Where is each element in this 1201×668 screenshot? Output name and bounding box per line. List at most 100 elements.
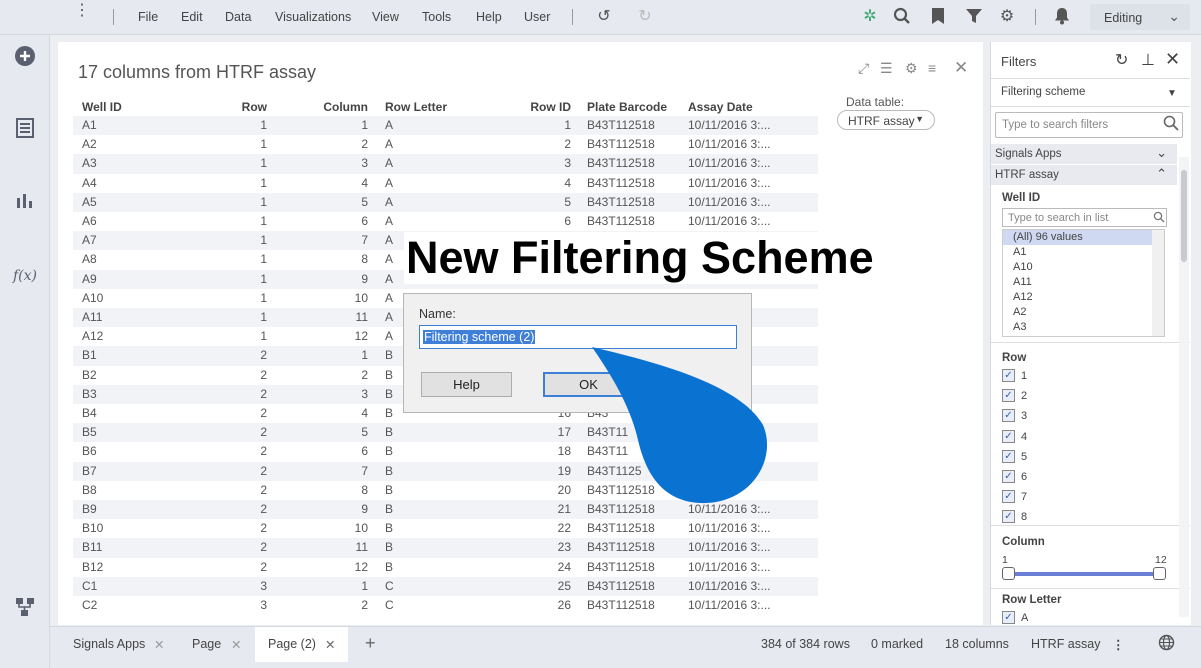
well-id-list-item[interactable]: A12	[1003, 290, 1164, 305]
status-data-table[interactable]: HTRF assay	[1031, 637, 1100, 651]
function-icon[interactable]: f(x)	[13, 264, 37, 288]
menu-edit[interactable]: Edit	[181, 10, 203, 24]
table-row[interactable]: B12 2 12 B 24 B43T112518 10/11/2016 3:...	[73, 558, 818, 577]
range-slider-min-handle[interactable]	[1002, 567, 1015, 580]
pin-icon[interactable]: ⊥	[1141, 50, 1155, 70]
cell-plate-barcode: B43T112518	[587, 540, 655, 555]
help-button[interactable]: Help	[421, 372, 512, 397]
list-scrollbar[interactable]	[1152, 230, 1164, 336]
checkbox-row-1[interactable]: ✓	[1002, 369, 1015, 382]
legend-icon[interactable]: ≡	[928, 60, 936, 76]
cell-row-letter: B	[385, 521, 394, 536]
filtering-scheme-selector[interactable]: Filtering scheme	[1001, 86, 1085, 98]
close-tab-icon[interactable]: ✕	[154, 637, 164, 652]
well-id-list-item[interactable]: A1	[1003, 245, 1164, 260]
table-row[interactable]: A5 1 5 A 5 B43T112518 10/11/2016 3:...	[73, 192, 818, 212]
column-header-row-letter[interactable]: Row Letter	[385, 100, 485, 114]
tab-page[interactable]: Page	[192, 637, 221, 651]
language-globe-icon[interactable]	[1158, 634, 1175, 654]
cell-row-letter: A	[385, 137, 394, 152]
more-icon[interactable]: ⋮	[1112, 637, 1125, 652]
well-id-list-item[interactable]: A2	[1003, 305, 1164, 320]
table-row[interactable]: A2 1 2 A 2 B43T112518 10/11/2016 3:...	[73, 135, 818, 154]
bookmark-icon[interactable]	[928, 7, 948, 27]
column-header-row[interactable]: Row	[193, 100, 267, 114]
column-header-column[interactable]: Column	[303, 100, 368, 114]
table-row[interactable]: A3 1 3 A 3 B43T112518 10/11/2016 3:...	[73, 154, 818, 174]
visualization-settings-icon[interactable]: ⚙	[905, 60, 918, 77]
notifications-bell-icon[interactable]	[1052, 7, 1072, 27]
menu-visualizations[interactable]: Visualizations	[275, 10, 351, 24]
close-tab-icon[interactable]: ✕	[231, 637, 241, 652]
well-id-list[interactable]: (All) 96 values A1 A10 A11 A12 A2 A3	[1002, 229, 1165, 337]
menu-file[interactable]: File	[138, 10, 158, 24]
column-header-well-id[interactable]: Well ID	[82, 100, 202, 114]
well-id-list-item[interactable]: A11	[1003, 275, 1164, 290]
table-row[interactable]: A6 1 6 A 6 B43T112518 10/11/2016 3:...	[73, 212, 818, 231]
close-visualization-icon[interactable]: ✕	[954, 58, 968, 78]
close-filters-icon[interactable]: ✕	[1165, 49, 1180, 70]
table-row[interactable]: A4 1 4 A 4 B43T112518 10/11/2016 3:...	[73, 174, 818, 193]
cell-row: 1	[260, 175, 267, 190]
table-row[interactable]: C1 3 1 C 25 B43T112518 10/11/2016 3:...	[73, 576, 818, 596]
visualizations-icon[interactable]	[13, 191, 37, 215]
filter-group-signals-apps[interactable]: Signals Apps ⌄	[991, 144, 1177, 164]
checkbox-row-letter-a[interactable]: ✓	[1002, 611, 1015, 624]
search-icon[interactable]	[892, 7, 912, 27]
more-options-icon[interactable]: ⋮	[74, 3, 90, 28]
close-tab-icon[interactable]: ✕	[325, 637, 335, 652]
table-row[interactable]: C2 3 2 C 26 B43T112518 10/11/2016 3:...	[73, 596, 818, 615]
reset-filters-icon[interactable]: ↻	[1115, 50, 1128, 70]
checkbox-row-8[interactable]: ✓	[1002, 510, 1015, 524]
mode-selector[interactable]: Editing ⌄	[1090, 4, 1190, 30]
filter-group-htrf-assay[interactable]: HTRF assay ⌃	[991, 165, 1177, 185]
checkbox-row-5[interactable]: ✓	[1002, 449, 1015, 463]
checkbox-row-4[interactable]: ✓	[1002, 429, 1015, 443]
menu-data[interactable]: Data	[225, 10, 251, 24]
filter-search-input[interactable]: Type to search filters	[995, 112, 1183, 138]
redo-icon[interactable]: ↻	[635, 7, 655, 27]
tab-page-2[interactable]: Page (2)	[268, 637, 316, 651]
checkbox-row-3[interactable]: ✓	[1002, 409, 1015, 423]
data-table-selector[interactable]: HTRF assay ▼	[837, 110, 935, 130]
well-id-items: (All) 96 values A1 A10 A11 A12 A2 A3	[1003, 230, 1164, 335]
settings-gear-icon[interactable]: ⚙	[997, 7, 1017, 27]
table-row[interactable]: B11 2 11 B 23 B43T112518 10/11/2016 3:...	[73, 538, 818, 558]
column-header-row-id[interactable]: Row ID	[513, 100, 571, 114]
menu-tools[interactable]: Tools	[422, 10, 451, 24]
caret-down-icon[interactable]: ▼	[1167, 88, 1177, 99]
checkbox-row-2[interactable]: ✓	[1002, 389, 1015, 403]
bottom-bar: Signals Apps ✕ Page ✕ Page (2) ✕ + 384 o…	[50, 626, 1201, 668]
well-id-list-item[interactable]: A10	[1003, 260, 1164, 275]
menu-user[interactable]: User	[524, 10, 550, 24]
tab-signals-apps[interactable]: Signals Apps	[73, 637, 145, 651]
details-icon[interactable]: ☰	[880, 60, 893, 77]
checkbox-row-6[interactable]: ✓	[1002, 470, 1015, 483]
range-slider-max-handle[interactable]	[1153, 567, 1166, 580]
recommendations-icon[interactable]: ✲	[860, 7, 880, 27]
undo-icon[interactable]: ↺	[594, 7, 614, 27]
column-range-slider[interactable]	[1005, 572, 1160, 576]
menu-view[interactable]: View	[372, 10, 399, 24]
cell-row-id: 26	[557, 598, 571, 612]
menu-separator	[1035, 9, 1036, 25]
filter-icon[interactable]	[964, 7, 984, 27]
list-search-input[interactable]: Type to search in list	[1002, 208, 1167, 227]
add-page-icon[interactable]: +	[365, 633, 376, 654]
maximize-icon[interactable]: ⤢	[858, 60, 869, 77]
data-canvas-icon[interactable]	[13, 597, 37, 621]
cell-row-letter: A	[385, 194, 394, 209]
menu-help[interactable]: Help	[476, 10, 502, 24]
well-id-list-item[interactable]: (All) 96 values	[1003, 230, 1164, 245]
scrollbar-thumb[interactable]	[1181, 170, 1187, 262]
filters-title: Filters	[1001, 54, 1037, 69]
well-id-list-item[interactable]: A3	[1003, 320, 1164, 335]
data-table-icon[interactable]	[13, 118, 37, 142]
cell-row-letter: B	[385, 540, 394, 555]
add-icon[interactable]	[13, 45, 37, 69]
column-header-plate-barcode[interactable]: Plate Barcode	[587, 100, 682, 114]
table-row[interactable]: A1 1 1 A 1 B43T112518 10/11/2016 3:...	[73, 116, 818, 136]
checkbox-row-7[interactable]: ✓	[1002, 490, 1015, 504]
table-row[interactable]: B10 2 10 B 22 B43T112518 10/11/2016 3:...	[73, 519, 818, 538]
column-header-assay-date[interactable]: Assay Date	[688, 100, 778, 114]
